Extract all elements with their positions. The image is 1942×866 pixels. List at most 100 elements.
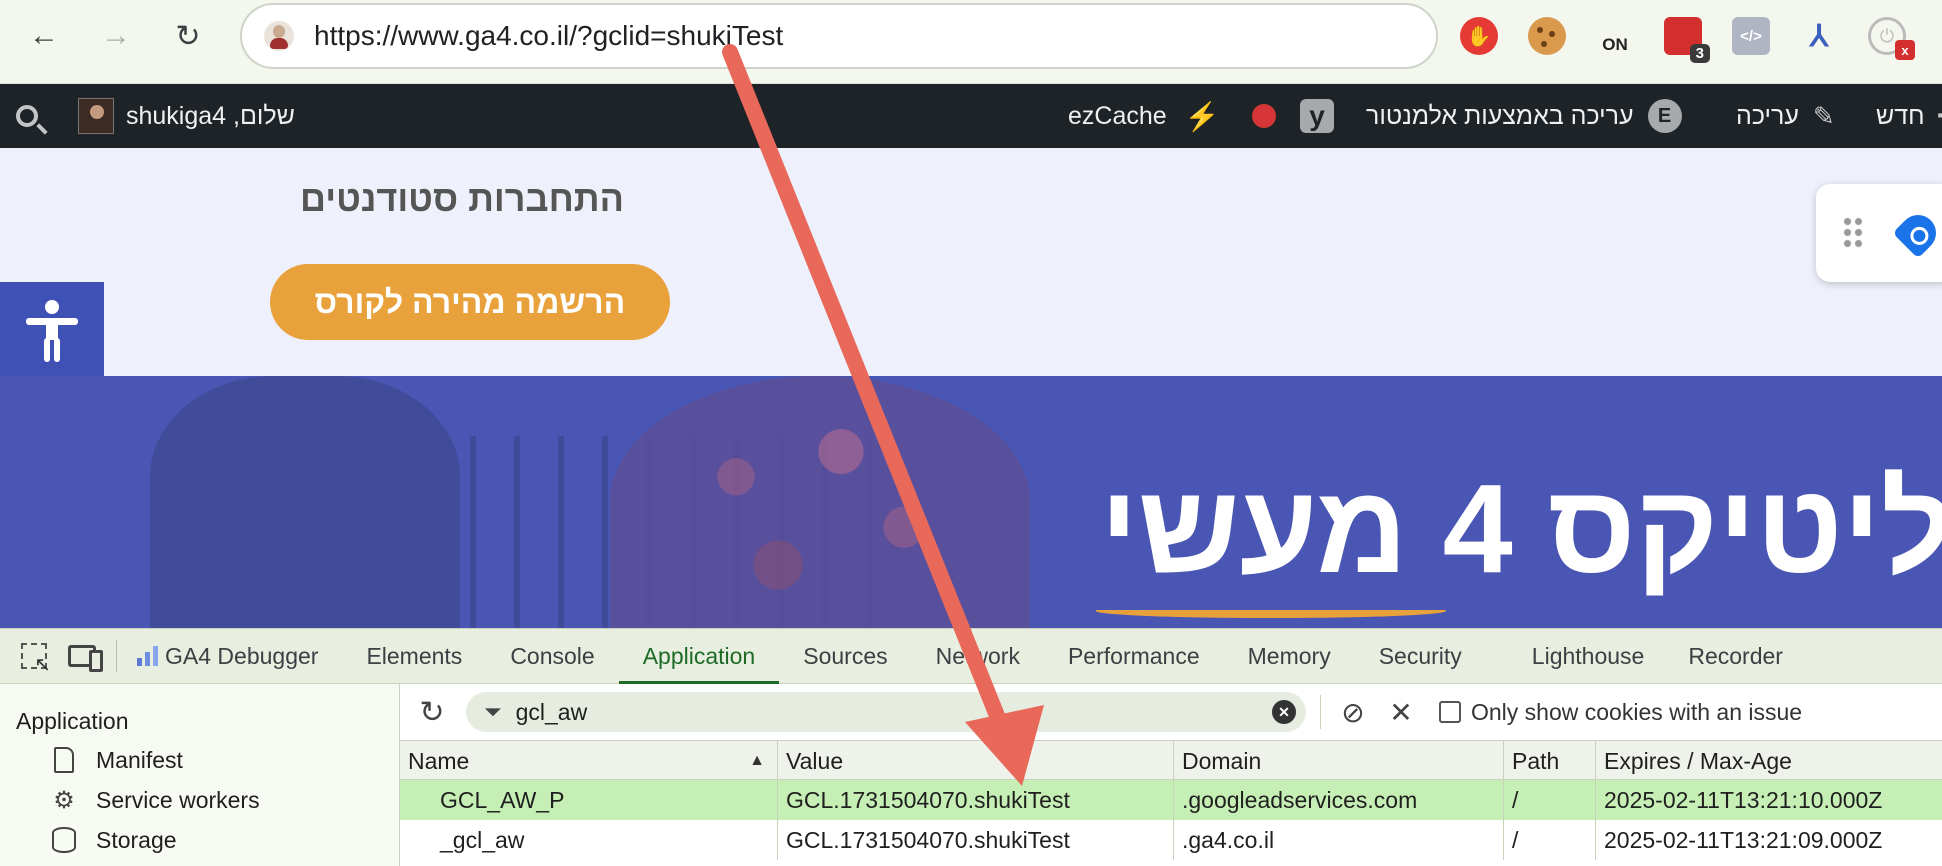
elementor-edit-link[interactable]: עריכה באמצעות אלמנטור E [1366, 84, 1682, 148]
hero-person-shape [150, 376, 460, 628]
document-icon [50, 746, 78, 774]
reload-button[interactable]: ↻ [168, 16, 208, 56]
pencil-icon: ✎ [1812, 100, 1835, 131]
tab-recorder[interactable]: Recorder [1668, 628, 1807, 684]
refresh-cookies-button[interactable]: ↻ [412, 692, 452, 732]
close-icon: ✕ [1389, 696, 1413, 728]
delete-cookie-button[interactable]: ✕ [1383, 694, 1419, 730]
column-header-value[interactable]: Value [778, 741, 1174, 781]
hero-banner: ליטיקס 4 מעשי [0, 376, 1942, 628]
avatar [78, 98, 114, 134]
column-header-name[interactable]: Name ▲ [400, 741, 778, 781]
cookie-filter-bar: ↻ ⏷ gcl_aw ✕ ⊘ ✕ Only show cookies with … [400, 684, 1942, 740]
tab-elements[interactable]: Elements [342, 628, 486, 684]
sidebar-item-storage[interactable]: Storage [50, 826, 177, 854]
hero-underline [1096, 604, 1446, 618]
application-sidebar: Application Manifest ⚙ Service workers S… [0, 684, 400, 866]
cell-path: / [1504, 820, 1596, 860]
student-login-link[interactable]: התחברות סטודנטים [300, 178, 624, 220]
account-menu[interactable]: שלום, shukiga4 [78, 84, 295, 148]
tag-assistant-icon[interactable] [1892, 207, 1942, 259]
ezcache-menu[interactable]: ezCache ⚡ [1068, 84, 1220, 148]
quick-signup-button[interactable]: הרשמה מהירה לקורס [270, 264, 670, 340]
yoast-menu[interactable]: y [1300, 84, 1334, 148]
fork-extension-icon[interactable]: ⅄ [1800, 17, 1838, 55]
refresh-icon: ↻ [419, 695, 445, 729]
cell-name: GCL_AW_P [400, 780, 778, 820]
edit-link[interactable]: עריכה ✎ [1736, 84, 1835, 148]
admin-search-button[interactable] [16, 84, 38, 148]
column-header-expires[interactable]: Expires / Max-Age [1596, 741, 1942, 781]
browser-toolbar: ← → ↻ https://www.ga4.co.il/?gclid=shuki… [0, 0, 1942, 84]
sort-ascending-icon: ▲ [749, 752, 765, 769]
record-dot-icon [1252, 104, 1276, 128]
tab-performance[interactable]: Performance [1044, 628, 1224, 684]
elementor-icon: E [1647, 99, 1682, 133]
toolbar-divider [116, 640, 117, 672]
reload-icon: ↻ [175, 19, 201, 53]
devtools-tabbar: GA4 Debugger Elements Console Applicatio… [0, 628, 1942, 684]
tab-ga4-debugger[interactable]: GA4 Debugger [131, 628, 342, 684]
clear-filter-icon[interactable]: ✕ [1272, 700, 1296, 724]
website-page: התחברות סטודנטים הרשמה מהירה לקורס ליטיק… [0, 148, 1942, 628]
filter-clear-icon: ⊘ [1341, 696, 1365, 728]
accessibility-person-icon [26, 300, 78, 362]
cell-path: / [1504, 780, 1596, 820]
cell-value: GCL.1731504070.shukiTest [778, 780, 1174, 820]
table-row[interactable]: _gcl_aw GCL.1731504070.shukiTest .ga4.co… [400, 820, 1942, 860]
edit-label: עריכה [1736, 101, 1799, 130]
new-content-link[interactable]: חדש + [1876, 84, 1942, 148]
clear-filtered-cookies-button[interactable]: ⊘ [1335, 694, 1371, 730]
new-label: חדש [1876, 101, 1925, 130]
toggle-extension-icon[interactable]: ON [1596, 17, 1634, 55]
site-favicon-icon [264, 21, 294, 51]
cell-expires: 2025-02-11T13:21:10.000Z [1604, 786, 1883, 813]
cookie-icon[interactable] [1528, 17, 1566, 55]
plus-icon: + [1937, 95, 1942, 138]
sidebar-heading: Application [16, 708, 129, 734]
floating-widget[interactable] [1816, 184, 1942, 282]
adblock-hand-icon[interactable]: ✋ [1460, 17, 1498, 55]
red-extension-icon[interactable]: 3 [1664, 17, 1710, 63]
cookies-table: Name ▲ Value Domain Path Expires / Max-Ag… [400, 740, 1942, 866]
tab-network[interactable]: Network [912, 628, 1044, 684]
extension-icons: ✋ ON 3 </> ⅄ ⏻ x [1460, 12, 1936, 63]
back-button[interactable]: ← [24, 16, 64, 56]
table-header: Name ▲ Value Domain Path Expires / Max-Ag… [400, 740, 1942, 781]
sidebar-item-manifest[interactable]: Manifest [50, 746, 183, 774]
power-extension-icon[interactable]: ⏻ x [1868, 17, 1915, 60]
tab-security[interactable]: Security [1355, 628, 1486, 684]
column-header-path[interactable]: Path [1504, 741, 1596, 781]
address-bar[interactable]: https://www.ga4.co.il/?gclid=shukiTest [240, 3, 1438, 69]
drag-handle-icon[interactable] [1842, 216, 1864, 250]
cell-domain: .ga4.co.il [1174, 820, 1504, 860]
code-extension-icon[interactable]: </> [1732, 17, 1770, 55]
sidebar-item-service-workers[interactable]: ⚙ Service workers [50, 786, 259, 814]
filter-funnel-icon: ⏷ [484, 699, 502, 724]
tab-console[interactable]: Console [486, 628, 618, 684]
tab-lighthouse[interactable]: Lighthouse [1486, 628, 1669, 684]
arrow-right-icon: → [101, 19, 131, 52]
database-icon [50, 826, 78, 854]
table-row[interactable]: GCL_AW_P GCL.1731504070.shukiTest .googl… [400, 780, 1942, 820]
url-text[interactable]: https://www.ga4.co.il/?gclid=shukiTest [314, 20, 783, 52]
cookies-panel: ↻ ⏷ gcl_aw ✕ ⊘ ✕ Only show cookies with … [400, 684, 1942, 866]
cell-domain: .googleadservices.com [1174, 780, 1504, 820]
accessibility-button[interactable] [0, 282, 104, 380]
column-header-domain[interactable]: Domain [1174, 741, 1504, 781]
filter-value[interactable]: gcl_aw [516, 699, 1272, 726]
inspect-element-button[interactable] [14, 636, 54, 677]
yoast-icon: y [1300, 99, 1334, 133]
tab-application[interactable]: Application [618, 628, 780, 684]
device-toolbar-button[interactable] [62, 636, 103, 676]
tab-sources[interactable]: Sources [779, 628, 911, 684]
tab-memory[interactable]: Memory [1224, 628, 1355, 684]
recording-indicator[interactable] [1252, 84, 1276, 148]
forward-button[interactable]: → [96, 16, 136, 56]
only-issues-checkbox[interactable] [1439, 701, 1461, 723]
cookie-filter-input[interactable]: ⏷ gcl_aw ✕ [466, 692, 1306, 732]
cell-expires: 2025-02-11T13:21:09.000Z [1604, 826, 1883, 853]
ezcache-label: ezCache [1068, 101, 1167, 130]
search-icon [16, 105, 38, 127]
filter-divider [1320, 695, 1321, 729]
